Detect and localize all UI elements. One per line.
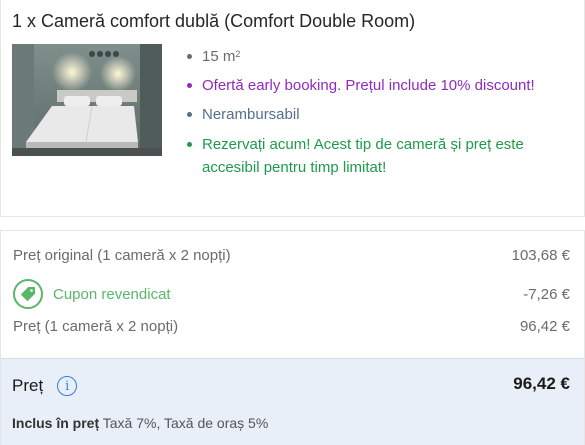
original-price-label: Preț original (1 cameră x 2 nopți) bbox=[13, 247, 231, 264]
included-text: Taxă 7%, Taxă de oraș 5% bbox=[102, 415, 269, 431]
total-value: 96,42 € bbox=[513, 374, 570, 393]
bullet-icon bbox=[187, 82, 192, 88]
original-price-row: Preț original (1 cameră x 2 nopți) 103,6… bbox=[13, 247, 570, 264]
room-title: 1 x Cameră comfort dublă (Comfort Double… bbox=[12, 11, 416, 31]
original-price-value: 103,68 € bbox=[511, 247, 570, 264]
total-price-box: Preț i 96,42 € Inclus în preț Taxă 7%, T… bbox=[1, 358, 584, 445]
info-icon[interactable]: i bbox=[57, 376, 78, 396]
room-photo[interactable] bbox=[12, 44, 162, 156]
feature-non-refundable[interactable]: Nerambursabil bbox=[185, 103, 575, 127]
price-breakdown: Preț original (1 cameră x 2 nopți) 103,6… bbox=[0, 230, 585, 445]
tag-icon bbox=[13, 279, 43, 309]
subtotal-row: Preț (1 cameră x 2 nopți) 96,42 € bbox=[13, 318, 570, 335]
coupon-label: Cupon revendicat bbox=[53, 285, 171, 303]
included-label: Inclus în preț bbox=[12, 415, 100, 431]
subtotal-label: Preț (1 cameră x 2 nopți) bbox=[13, 318, 179, 335]
room-card: 1 x Cameră comfort dublă (Comfort Double… bbox=[0, 0, 585, 217]
room-photo-image bbox=[12, 44, 162, 156]
coupon-value: -7,26 € bbox=[523, 285, 570, 303]
total-label-group: Preț i bbox=[12, 376, 78, 396]
included-taxes: Inclus în preț Taxă 7%, Taxă de oraș 5% bbox=[12, 415, 268, 431]
coupon-row: Cupon revendicat -7,26 € bbox=[13, 279, 570, 309]
bullet-icon bbox=[187, 54, 192, 59]
subtotal-value: 96,42 € bbox=[519, 318, 570, 335]
coupon-label-group: Cupon revendicat bbox=[13, 279, 171, 309]
total-label: Preț bbox=[12, 376, 44, 395]
feature-early-booking-offer: Ofertă early booking. Prețul include 10%… bbox=[185, 74, 575, 98]
bullet-icon bbox=[187, 141, 192, 147]
feature-limited-availability: Rezervați acum! Acest tip de cameră și p… bbox=[185, 133, 575, 180]
room-features: 15 m2 Ofertă early booking. Prețul inclu… bbox=[185, 45, 575, 180]
feature-room-size: 15 m2 bbox=[185, 45, 575, 69]
bullet-icon bbox=[187, 112, 192, 117]
